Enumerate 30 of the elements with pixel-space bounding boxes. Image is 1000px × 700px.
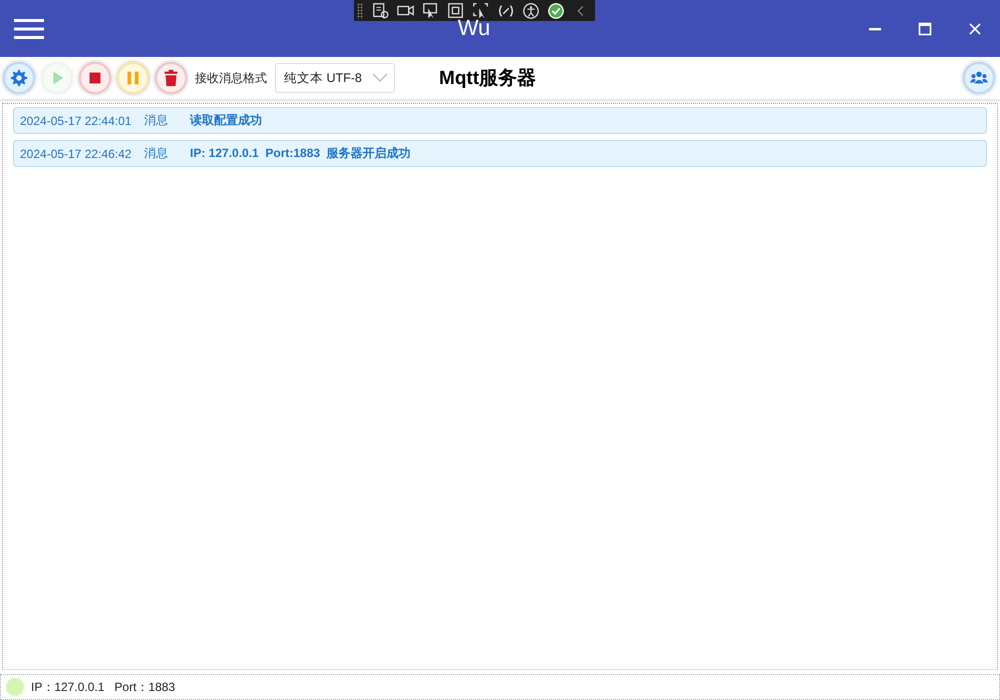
stop-button[interactable] — [79, 62, 111, 94]
close-icon — [967, 20, 983, 36]
users-button[interactable] — [963, 62, 995, 94]
access-icon — [522, 2, 540, 20]
window-title: Wu — [458, 17, 490, 39]
message-text: IP: 127.0.0.1 Port:1883 服务器开启成功 — [190, 145, 411, 162]
page-heading: Mqtt服务器 — [439, 67, 536, 91]
message-type: 消息 — [144, 112, 169, 129]
maximize-icon — [917, 20, 933, 36]
message-type: 消息 — [144, 145, 169, 162]
frame-icon — [446, 2, 464, 20]
select-icon — [422, 2, 440, 20]
menu-icon — [14, 18, 44, 40]
grip-handle[interactable] — [356, 2, 362, 18]
chevron-down-icon — [372, 73, 388, 83]
minimize-icon — [867, 26, 883, 31]
delete-button[interactable] — [155, 62, 187, 94]
check-icon — [546, 2, 564, 20]
settings-button[interactable] — [3, 62, 35, 94]
message-time: 2024-05-17 22:46:42 — [20, 146, 132, 160]
format-dropdown[interactable]: 纯文本 UTF-8 — [275, 63, 395, 93]
pointer-icon — [472, 2, 490, 20]
ip-label: IP：127.0.0.1 — [31, 678, 104, 696]
settings-icon — [9, 68, 29, 88]
port-label: Port：1883 — [114, 678, 176, 696]
message-row[interactable]: 2024-05-17 22:46:42 消息 IP: 127.0.0.1 Port:1883 服务器开启成功 — [13, 140, 987, 167]
message-text: 读取配置成功 — [190, 112, 262, 129]
format-label: 接收消息格式 — [195, 70, 267, 86]
message-row[interactable]: 2024-05-17 22:44:01 消息 读取配置成功 — [13, 107, 987, 134]
message-time: 2024-05-17 22:44:01 — [20, 114, 132, 128]
